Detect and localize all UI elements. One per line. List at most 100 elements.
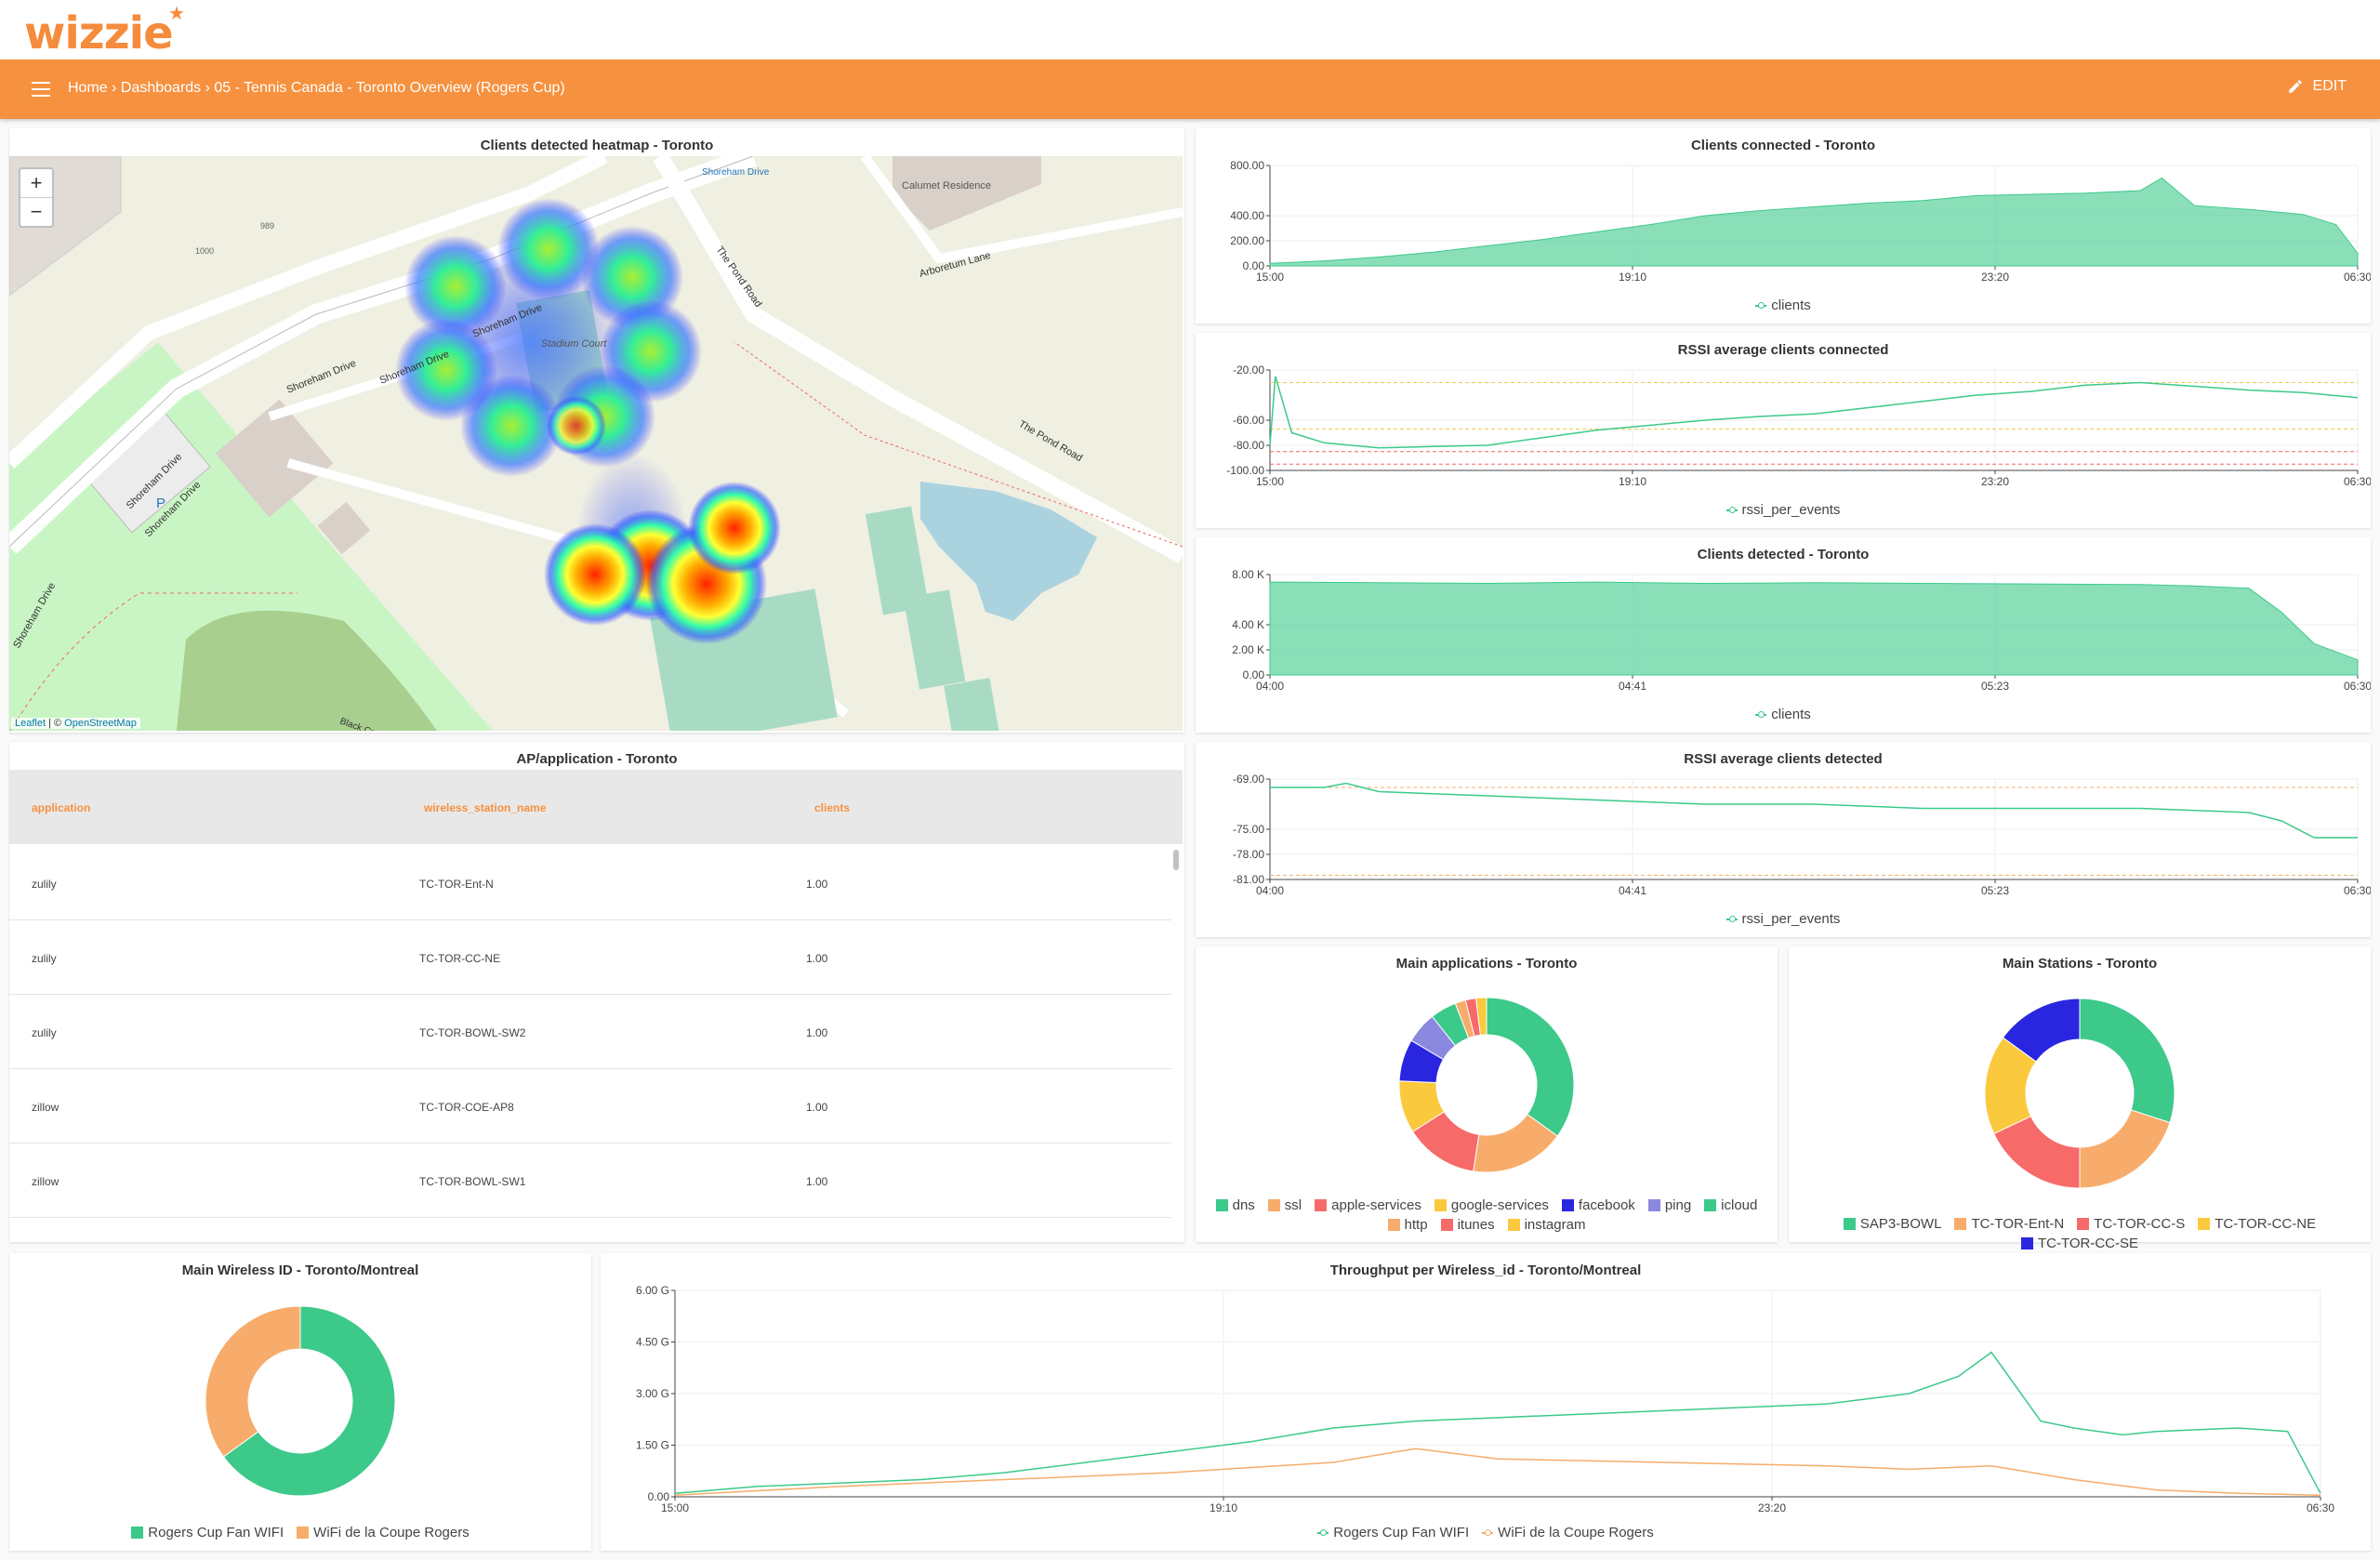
legend-label: google-services (1450, 1197, 1549, 1213)
legend-label: itunes (1457, 1217, 1495, 1233)
openstreetmap-link[interactable]: OpenStreetMap (64, 718, 137, 729)
legend-label: Rogers Cup Fan WIFI (148, 1525, 284, 1540)
legend-item[interactable]: icloud (1704, 1197, 1757, 1213)
legend-item[interactable]: facebook (1561, 1197, 1635, 1213)
legend-item[interactable]: apple-services (1315, 1197, 1421, 1213)
hamburger-menu-icon[interactable] (32, 82, 50, 97)
legend-swatch (1954, 1218, 1967, 1230)
legend-label: TC-TOR-Ent-N (1971, 1216, 2065, 1232)
zoom-in-button[interactable]: + (20, 169, 52, 197)
cell-clients: 1.00 (806, 1101, 828, 1114)
x-tick-label: 04:00 (1256, 884, 1284, 897)
legend-item[interactable]: ssl (1267, 1197, 1302, 1213)
legend-label: dns (1232, 1197, 1255, 1213)
legend-label: clients (1771, 297, 1811, 313)
legend-swatch (1647, 1199, 1660, 1211)
y-tick-label: 6.00 G (636, 1284, 669, 1297)
legend-label: SAP3-BOWL (1859, 1216, 1942, 1232)
cell-application: zillow (32, 1175, 60, 1188)
table-scrollbar[interactable] (1173, 848, 1181, 1238)
table-row[interactable]: zulily TC-TOR-Ent-N 1.00 (9, 846, 1171, 920)
legend-item[interactable]: TC-TOR-CC-S (2077, 1216, 2185, 1232)
legend-item[interactable]: rssi_per_events (1726, 911, 1840, 927)
legend-item[interactable]: Rogers Cup Fan WIFI (1317, 1525, 1469, 1540)
zoom-out-button[interactable]: − (20, 197, 52, 226)
legend-item[interactable]: clients (1755, 707, 1811, 722)
column-header-application[interactable]: application (32, 801, 90, 814)
brand-logo[interactable]: wizzie ★ (24, 2, 185, 59)
legend-swatch (1434, 1199, 1447, 1211)
y-tick-label: 400.00 (1230, 209, 1264, 222)
legend-swatch (1561, 1199, 1574, 1211)
throughput-title: Throughput per Wireless_id - Toronto/Mon… (1329, 1263, 1642, 1278)
rssi-detected-panel: RSSI average clients detected -69.00 -75.… (1196, 742, 2371, 937)
legend-item[interactable]: ping (1647, 1197, 1691, 1213)
top-logo-bar: wizzie ★ (0, 0, 2380, 59)
clients-detected-title: Clients detected - Toronto (1697, 547, 1870, 562)
x-tick-label: 06:30 (2344, 271, 2371, 284)
clients-detected-panel: Clients detected - Toronto 8.00 K 4.00 K 2… (1196, 537, 2371, 733)
cell-station: TC-TOR-BOWL-SW1 (419, 1175, 526, 1188)
legend-item[interactable]: rssi_per_events (1726, 502, 1840, 518)
legend-item[interactable]: TC-TOR-CC-NE (2198, 1216, 2316, 1232)
y-tick-label: -78.00 (1233, 848, 1264, 861)
cell-station: TC-TOR-BOWL-SW2 (419, 1026, 526, 1039)
y-tick-label: -60.00 (1233, 414, 1264, 427)
y-tick-label: -80.00 (1233, 439, 1264, 452)
legend-item[interactable]: clients (1755, 297, 1811, 313)
y-tick-label: 200.00 (1230, 234, 1264, 247)
column-header-station[interactable]: wireless_station_name (424, 801, 546, 814)
edit-button[interactable]: EDIT (2287, 78, 2347, 95)
legend-label: icloud (1721, 1197, 1758, 1213)
legend-label: WiFi de la Coupe Rogers (313, 1525, 469, 1540)
legend-item[interactable]: SAP3-BOWL (1843, 1216, 1942, 1232)
legend-label: apple-services (1331, 1197, 1421, 1213)
table-row[interactable]: zulily TC-TOR-BOWL-SW2 1.00 (9, 995, 1171, 1069)
legend-item[interactable]: http (1387, 1217, 1428, 1233)
y-tick-label: -75.00 (1233, 823, 1264, 836)
legend-item[interactable]: itunes (1440, 1217, 1495, 1233)
leaflet-link[interactable]: Leaflet (15, 718, 46, 729)
x-tick-label: 15:00 (1256, 475, 1284, 488)
clients-connected-chart: 800.00400.00200.000.0015:00 19:10 23:20 06:… (1230, 159, 2371, 284)
rssi-detected-chart: -69.00-75.00-78.00-81.0004:00 04:41 05:23 0… (1233, 773, 2371, 897)
heatmap-map[interactable]: Shoreham Drive Shoreham Drive Shoreham D… (9, 156, 1183, 731)
legend-label: http (1404, 1217, 1428, 1233)
table-row[interactable]: zillow TC-TOR-BOWL-SW1 1.00 (9, 1144, 1171, 1218)
map-attribution: Leaflet | © OpenStreetMap (11, 718, 140, 729)
clients-connected-title: Clients connected - Toronto (1690, 138, 1876, 153)
legend-item[interactable]: google-services (1434, 1197, 1549, 1213)
edit-label: EDIT (2312, 78, 2347, 94)
cell-station: TC-TOR-CC-NE (419, 952, 501, 965)
scrollbar-thumb[interactable] (1173, 850, 1179, 870)
column-header-clients[interactable]: clients (814, 801, 850, 814)
rssi-detected-legend: rssi_per_events (1196, 911, 2371, 927)
table-row[interactable]: zillow TC-TOR-COE-AP8 1.00 (9, 1069, 1171, 1144)
rssi-detected-title: RSSI average clients detected (1684, 751, 1883, 767)
throughput-panel: Throughput per Wireless_id - Toronto/Mon… (601, 1253, 2371, 1551)
line-series (674, 1448, 2321, 1496)
breadcrumb[interactable]: Home › Dashboards › 05 - Tennis Canada -… (68, 80, 565, 97)
legend-swatch (1507, 1219, 1520, 1231)
donut-slice (2079, 998, 2175, 1124)
legend-item[interactable]: instagram (1507, 1217, 1586, 1233)
legend-swatch (1317, 1528, 1329, 1536)
main-stations-panel: Main Stations - Toronto SAP3-BOWL TC-TOR-… (1789, 946, 2371, 1251)
table-header: application wireless_station_name client… (9, 770, 1183, 844)
donut-slice (205, 1305, 301, 1458)
legend-item[interactable]: dns (1215, 1197, 1255, 1213)
legend-item[interactable]: TC-TOR-CC-SE (2020, 1236, 2138, 1251)
legend-label: ssl (1284, 1197, 1302, 1213)
table-row[interactable]: zulily TC-TOR-CC-NE 1.00 (9, 920, 1171, 995)
x-tick-label: 04:41 (1619, 680, 1646, 693)
legend-item[interactable]: TC-TOR-Ent-N (1954, 1216, 2064, 1232)
cell-application: zulily (32, 952, 57, 965)
legend-label: instagram (1524, 1217, 1586, 1233)
main-stations-title: Main Stations - Toronto (2002, 956, 2158, 972)
legend-item[interactable]: WiFi de la Coupe Rogers (1482, 1525, 1654, 1540)
legend-item[interactable]: Rogers Cup Fan WIFI (131, 1525, 284, 1540)
legend-item[interactable]: WiFi de la Coupe Rogers (297, 1525, 469, 1540)
main-applications-donut (1398, 997, 1575, 1173)
rssi-connected-legend: rssi_per_events (1196, 502, 2371, 518)
legend-swatch (1267, 1199, 1280, 1211)
